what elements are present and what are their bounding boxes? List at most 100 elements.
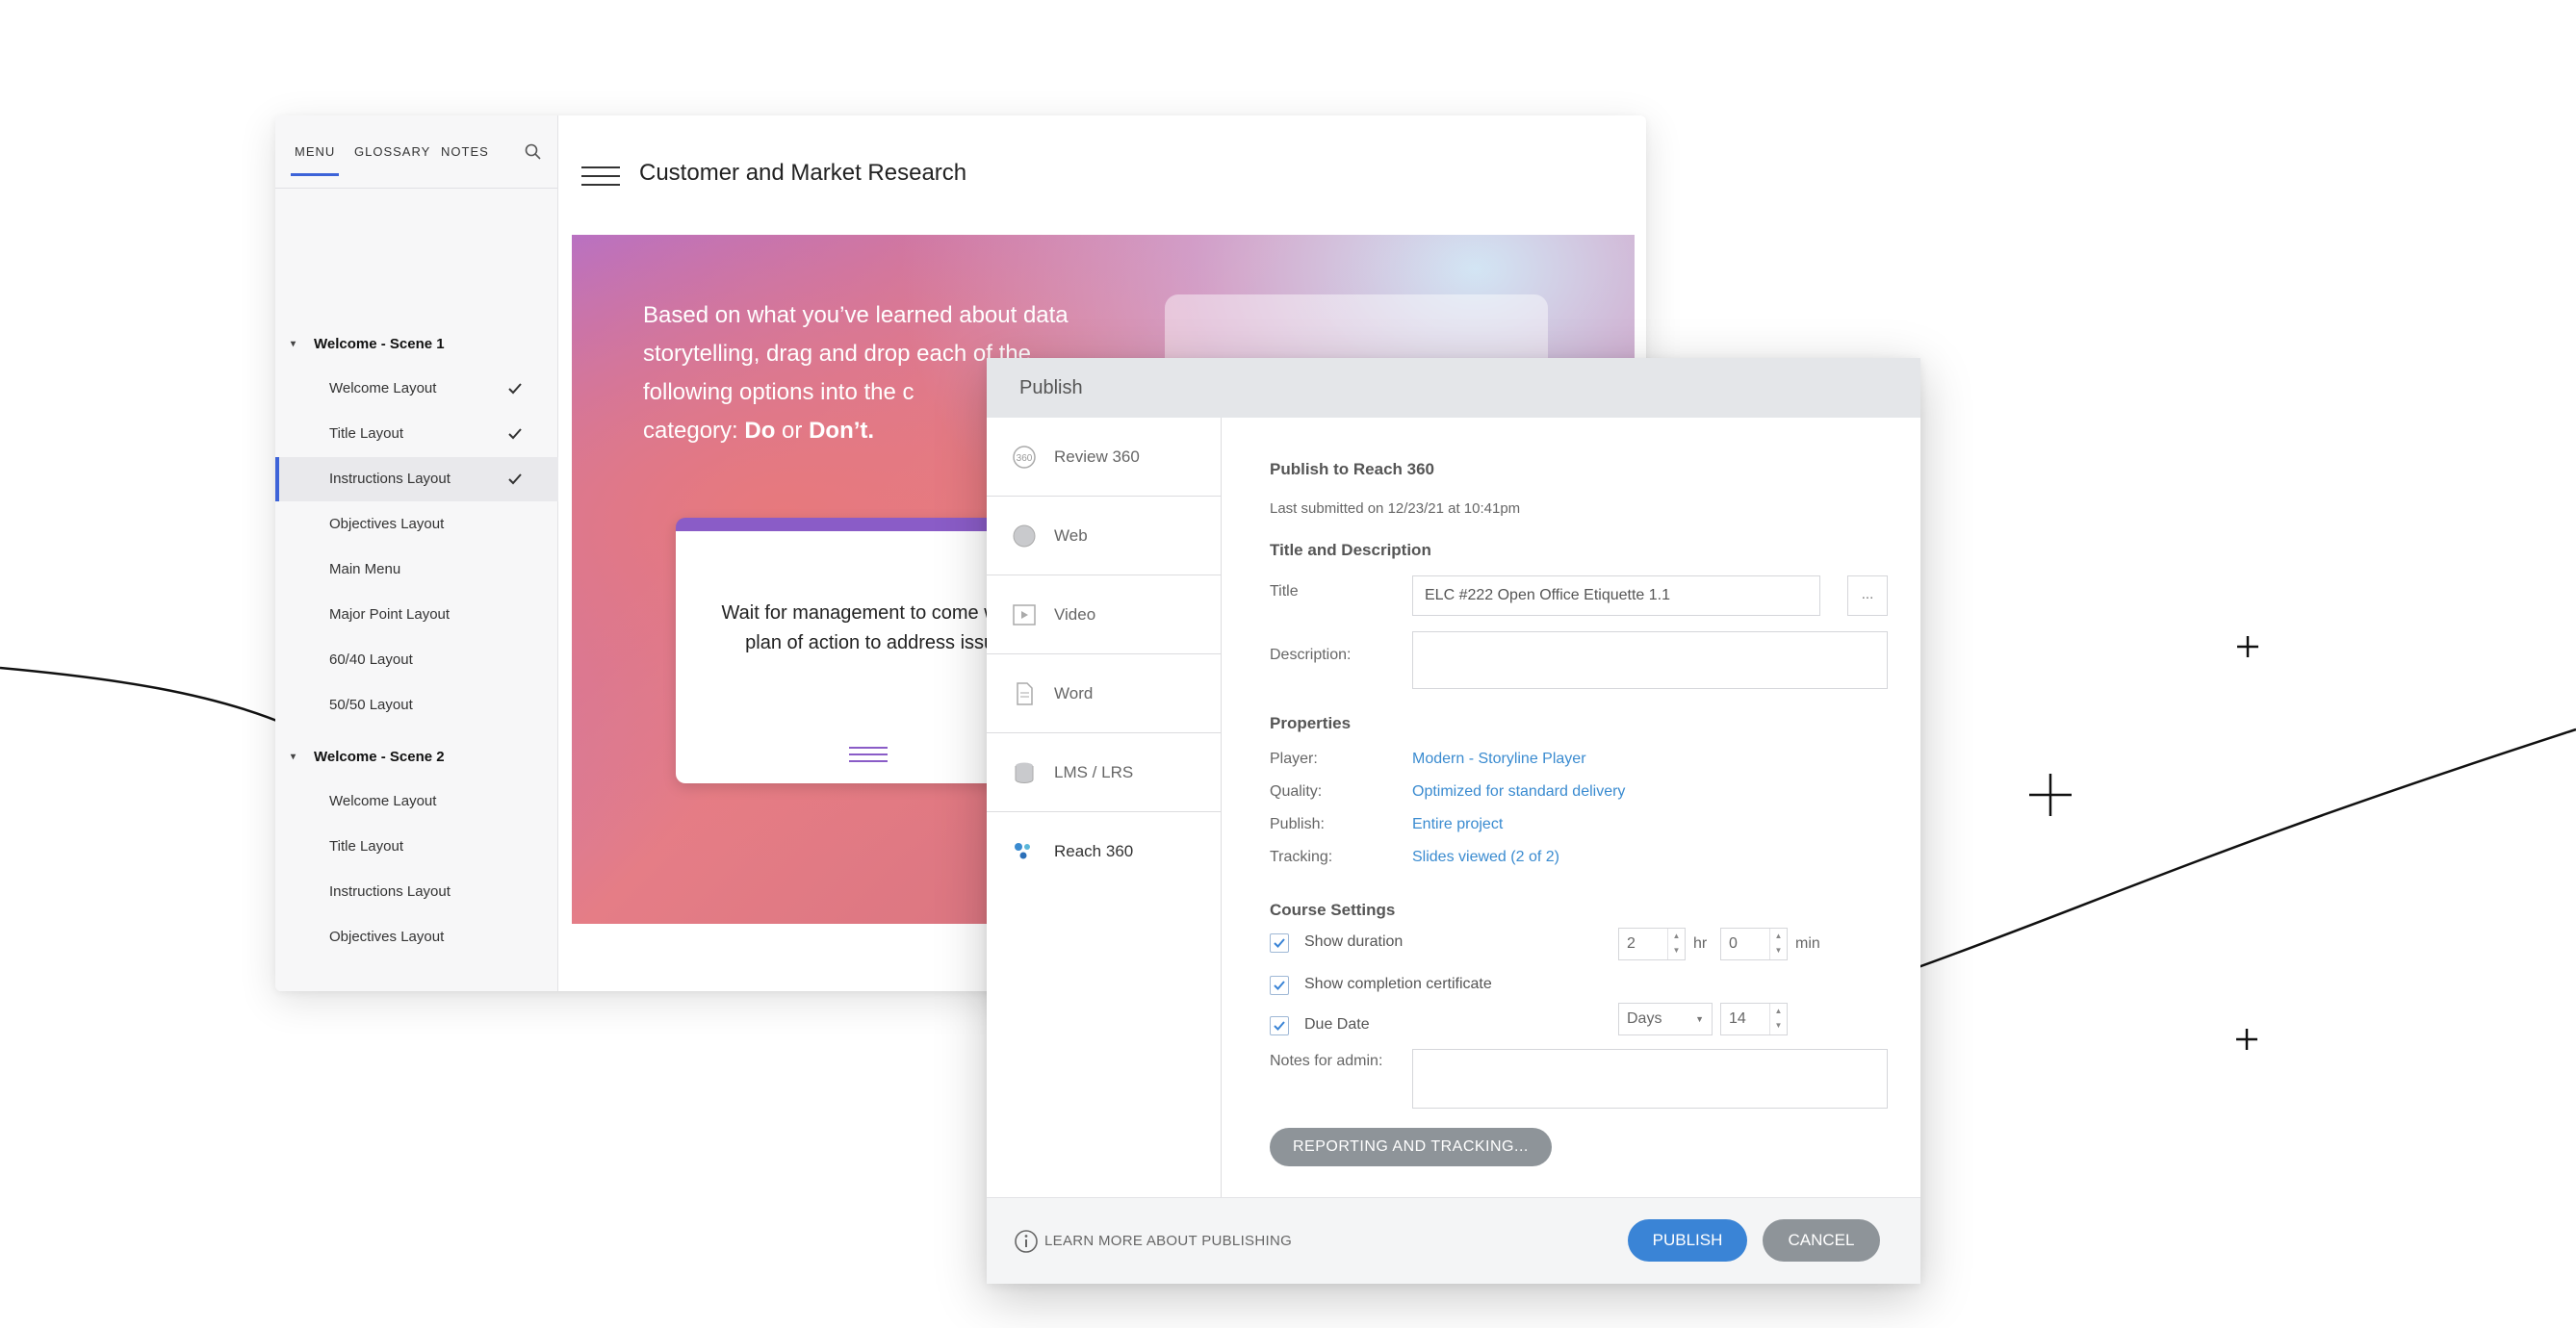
drag-handle-icon[interactable]	[849, 745, 888, 764]
sidebar-item-title-layout-2[interactable]: Title Layout	[275, 825, 558, 869]
publish-scope-link[interactable]: Entire project	[1412, 816, 1503, 833]
plus-mark-2	[2029, 774, 2072, 816]
sidebar-item-label: 60/40 Layout	[329, 651, 413, 668]
duration-minutes-stepper[interactable]: 0 ▲ ▼	[1720, 928, 1788, 960]
scene-heading-1[interactable]: ▾ Welcome - Scene 1	[275, 323, 558, 366]
stepper-arrows-icon[interactable]: ▲ ▼	[1667, 929, 1685, 959]
search-icon[interactable]	[524, 142, 543, 162]
stepper-arrows-icon[interactable]: ▲ ▼	[1769, 1004, 1787, 1034]
sidebar-item-major-point-layout[interactable]: Major Point Layout	[275, 593, 558, 637]
tab-review-360[interactable]: 360 Review 360	[987, 418, 1222, 497]
due-date-label: Due Date	[1304, 1016, 1370, 1033]
scene-heading-2[interactable]: ▾ Welcome - Scene 2	[275, 736, 558, 779]
info-icon[interactable]	[1014, 1229, 1039, 1254]
description-field[interactable]	[1412, 631, 1888, 689]
checkmark-icon	[1274, 1021, 1285, 1031]
notes-field[interactable]	[1412, 1049, 1888, 1109]
svg-text:360: 360	[1017, 453, 1033, 464]
slide-prompt-dont: Don’t.	[809, 418, 875, 444]
title-field[interactable]: ELC #222 Open Office Etiquette 1.1	[1412, 575, 1820, 616]
sidebar-tabs: MENU GLOSSARY NOTES	[275, 115, 557, 189]
tab-label: Word	[1054, 684, 1094, 702]
slide-prompt-or: or	[775, 418, 810, 444]
checkmark-icon	[1274, 938, 1285, 948]
sidebar-item-objectives-layout-2[interactable]: Objectives Layout	[275, 915, 558, 959]
tab-lms-lrs[interactable]: LMS / LRS	[987, 733, 1222, 812]
show-duration-checkbox[interactable]	[1270, 933, 1289, 953]
hours-unit: hr	[1693, 935, 1708, 952]
sidebar-item-label: Instructions Layout	[329, 883, 451, 900]
sidebar-item-label: 50/50 Layout	[329, 697, 413, 713]
slide-prompt-do: Do	[744, 418, 776, 444]
stepper-arrows-icon[interactable]: ▲ ▼	[1769, 929, 1787, 959]
due-date-value: 14	[1729, 1010, 1746, 1027]
reach360-icon	[1015, 843, 1030, 859]
panel-heading: Publish to Reach 360	[1270, 460, 1434, 478]
decorative-curve-left	[0, 666, 290, 728]
sidebar-item-60-40-layout[interactable]: 60/40 Layout	[275, 638, 558, 682]
tracking-link[interactable]: Slides viewed (2 of 2)	[1412, 849, 1559, 866]
publish-button[interactable]: PUBLISH	[1628, 1219, 1747, 1262]
sidebar-item-instructions-layout[interactable]: Instructions Layout	[275, 457, 558, 501]
sidebar-item-welcome-layout-2[interactable]: Welcome Layout	[275, 779, 558, 824]
tab-notes[interactable]: NOTES	[441, 144, 489, 159]
due-date-checkbox[interactable]	[1270, 1016, 1289, 1035]
duration-hours-stepper[interactable]: 2 ▲ ▼	[1618, 928, 1686, 960]
due-date-value-stepper[interactable]: 14 ▲ ▼	[1720, 1003, 1788, 1035]
chevron-down-icon: ▾	[291, 752, 296, 762]
learn-more-link[interactable]: LEARN MORE ABOUT PUBLISHING	[1044, 1233, 1292, 1249]
check-icon	[508, 428, 522, 440]
tab-label: Video	[1054, 605, 1096, 624]
player-link[interactable]: Modern - Storyline Player	[1412, 751, 1586, 768]
hours-value: 2	[1627, 935, 1636, 952]
title-options-button[interactable]: ...	[1847, 575, 1888, 616]
content-header: Customer and Market Research	[558, 115, 1646, 233]
sidebar-item-label: Instructions Layout	[329, 471, 451, 487]
show-certificate-checkbox[interactable]	[1270, 976, 1289, 995]
sidebar-item-title-layout[interactable]: Title Layout	[275, 412, 558, 456]
tab-glossary[interactable]: GLOSSARY	[354, 144, 430, 159]
sidebar-item-welcome-layout[interactable]: Welcome Layout	[275, 367, 558, 411]
course-title: Customer and Market Research	[639, 160, 967, 186]
due-date-unit-value: Days	[1627, 1010, 1662, 1027]
tab-menu[interactable]: MENU	[290, 144, 340, 176]
review360-icon: 360	[1013, 446, 1036, 469]
video-icon	[1013, 604, 1036, 626]
globe-icon	[1013, 524, 1036, 548]
cancel-button[interactable]: CANCEL	[1763, 1219, 1880, 1262]
plus-mark-3	[2236, 1029, 2257, 1050]
check-icon	[508, 473, 522, 485]
sidebar-item-label: Objectives Layout	[329, 516, 445, 532]
dialog-title: Publish	[987, 358, 1920, 418]
sidebar-item-50-50-layout[interactable]: 50/50 Layout	[275, 683, 558, 728]
tab-word[interactable]: Word	[987, 654, 1222, 733]
hamburger-menu-icon[interactable]	[581, 166, 620, 187]
tab-label: Web	[1054, 526, 1088, 545]
description-label: Description:	[1270, 647, 1352, 663]
chevron-down-icon: ▾	[291, 339, 296, 349]
sidebar-item-main-menu[interactable]: Main Menu	[275, 548, 558, 592]
notes-label: Notes for admin:	[1270, 1053, 1383, 1069]
title-description-heading: Title and Description	[1270, 541, 1431, 559]
due-date-unit-select[interactable]: Days ▼	[1618, 1003, 1713, 1035]
database-icon	[1015, 762, 1034, 784]
tab-label: Review 360	[1054, 447, 1140, 466]
tab-video[interactable]: Video	[987, 575, 1222, 654]
sidebar-item-objectives-layout[interactable]: Objectives Layout	[275, 502, 558, 547]
sidebar-item-instructions-layout-2[interactable]: Instructions Layout	[275, 870, 558, 914]
slide-prompt-category: category:	[643, 418, 745, 444]
player-label: Player:	[1270, 751, 1318, 767]
show-certificate-label: Show completion certificate	[1304, 976, 1492, 992]
course-sidebar: MENU GLOSSARY NOTES ▾ Welcome - Scene 1 …	[275, 115, 558, 991]
show-duration-label: Show duration	[1304, 933, 1404, 950]
sidebar-item-label: Welcome Layout	[329, 380, 437, 396]
minutes-unit: min	[1795, 935, 1820, 952]
tab-web[interactable]: Web	[987, 497, 1222, 575]
tab-reach-360[interactable]: Reach 360	[987, 812, 1222, 891]
sidebar-item-label: Objectives Layout	[329, 929, 445, 945]
course-settings-heading: Course Settings	[1270, 901, 1396, 919]
publish-scope-label: Publish:	[1270, 816, 1325, 832]
sidebar-item-label: Welcome Layout	[329, 793, 437, 809]
quality-link[interactable]: Optimized for standard delivery	[1412, 783, 1625, 801]
reporting-tracking-button[interactable]: REPORTING AND TRACKING...	[1270, 1128, 1552, 1166]
